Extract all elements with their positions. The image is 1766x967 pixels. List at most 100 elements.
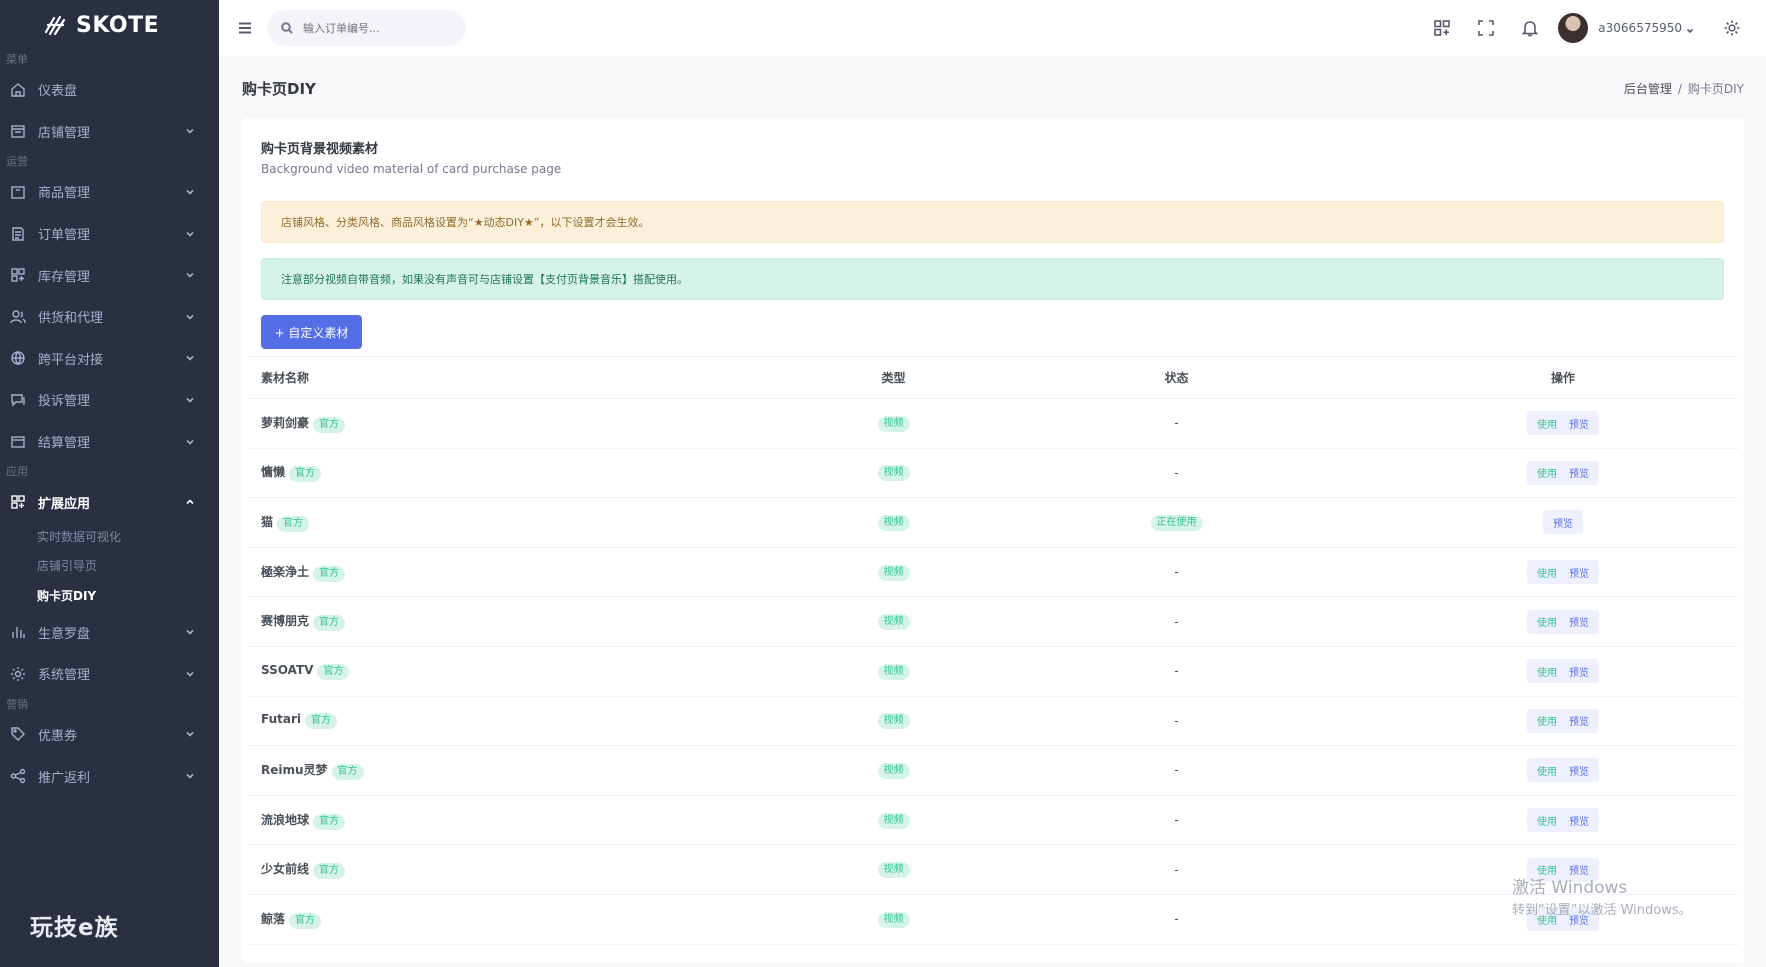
ops-cell: 预览 (1387, 497, 1739, 548)
sidebar-item-label: 库存管理 (38, 269, 91, 285)
sidebar-item-dashboard[interactable]: 仪表盘 (0, 69, 219, 111)
official-badge: 官方 (317, 663, 350, 680)
sidebar-item-label: 系统管理 (38, 668, 91, 684)
use-button[interactable]: 使用 (1531, 763, 1563, 778)
sidebar-item-system[interactable]: 系统管理 (0, 653, 219, 695)
apps-icon (9, 494, 26, 511)
status-text: - (1174, 763, 1179, 778)
table-header-row: 素材名称 类型 状态 操作 (246, 356, 1739, 399)
sidebar-item-business[interactable]: 生意罗盘 (0, 611, 219, 653)
use-button[interactable]: 使用 (1531, 713, 1563, 728)
material-name: 猫 (261, 514, 274, 529)
brand-logo[interactable]: SKOTE (0, 0, 219, 50)
column-header-ops: 操作 (1387, 356, 1739, 399)
preview-button[interactable]: 预览 (1563, 713, 1595, 728)
official-badge: 官方 (289, 912, 322, 929)
official-badge: 官方 (305, 713, 338, 730)
sidebar-item-store[interactable]: 店铺管理 (0, 111, 219, 153)
sidebar-item-extensions[interactable]: 扩展应用 (0, 481, 219, 523)
topbar-actions: a3066575950 (1420, 0, 1766, 56)
alert-warning: 店铺风格、分类风格、商品风格设置为“★动态DIY★”，以下设置才会生效。 (261, 201, 1724, 243)
search-input[interactable] (303, 21, 453, 35)
sidebar-item-crossplatform[interactable]: 跨平台对接 (0, 338, 219, 380)
windows-activation-watermark: 激活 Windows (1512, 878, 1628, 898)
column-header-name: 素材名称 (246, 356, 821, 399)
search-box[interactable] (267, 10, 466, 46)
type-cell: 视频 (821, 646, 966, 697)
hamburger-menu-icon[interactable] (235, 18, 255, 38)
material-name-cell: 慵懒 官方 (246, 448, 821, 499)
preview-button[interactable]: 预览 (1563, 565, 1595, 580)
user-menu[interactable]: a3066575950 (1558, 13, 1694, 43)
ops-group: 使用 预览 (1527, 460, 1599, 485)
use-button[interactable]: 使用 (1531, 813, 1563, 828)
status-cell: - (966, 448, 1387, 499)
use-button[interactable]: 使用 (1531, 465, 1563, 480)
gear-icon[interactable] (1710, 6, 1754, 50)
material-name: 少女前线 (261, 862, 310, 877)
breadcrumb-link[interactable]: 后台管理 (1624, 82, 1672, 96)
sidebar-item-settlement[interactable]: 结算管理 (0, 421, 219, 463)
bell-icon[interactable] (1508, 6, 1552, 50)
status-cell: - (966, 795, 1387, 846)
apps-grid-icon[interactable] (1420, 6, 1464, 50)
type-badge: 视频 (877, 614, 910, 631)
type-badge: 视频 (877, 911, 910, 928)
preview-button[interactable]: 预览 (1563, 465, 1595, 480)
user-name: a3066575950 (1598, 21, 1682, 35)
use-button[interactable]: 使用 (1531, 614, 1563, 629)
sidebar-item-referral[interactable]: 推广返利 (0, 755, 219, 797)
sidebar-item-label: 商品管理 (38, 186, 91, 202)
ops-cell: 使用 预览 (1387, 448, 1739, 499)
use-button[interactable]: 使用 (1531, 664, 1563, 679)
status-cell: - (966, 596, 1387, 647)
status-cell: - (966, 745, 1387, 796)
sidebar-item-supply[interactable]: 供货和代理 (0, 296, 219, 338)
table-row: Futari 官方 视频 - 使用 预览 (246, 696, 1739, 747)
material-name: Reimu灵梦 (261, 762, 328, 777)
type-badge: 视频 (877, 465, 910, 482)
add-custom-material-button[interactable]: + 自定义素材 (261, 315, 362, 349)
status-cell: - (966, 398, 1387, 449)
official-badge: 官方 (313, 615, 346, 632)
use-button[interactable]: 使用 (1531, 416, 1563, 431)
use-button[interactable]: 使用 (1531, 565, 1563, 580)
status-text: - (1174, 565, 1179, 580)
preview-button[interactable]: 预览 (1563, 813, 1595, 828)
sidebar-subitem-guide[interactable]: 店铺引导页 (0, 552, 219, 582)
sidebar-subitem-carddiy[interactable]: 购卡页DIY (0, 582, 219, 612)
windows-activation-hint: 转到“设置”以激活 Windows。 (1512, 903, 1692, 918)
search-icon (281, 22, 293, 34)
preview-button[interactable]: 预览 (1563, 664, 1595, 679)
preview-button[interactable]: 预览 (1547, 515, 1579, 530)
material-name-cell: 極楽浄土 官方 (246, 547, 821, 598)
status-text: - (1174, 912, 1179, 927)
fullscreen-icon[interactable] (1464, 6, 1508, 50)
status-cell: 正在使用 (966, 497, 1387, 548)
sidebar-subitem-realtime[interactable]: 实时数据可视化 (0, 523, 219, 553)
table-row: Reimu灵梦 官方 视频 - 使用 预览 (246, 745, 1739, 796)
preview-button[interactable]: 预览 (1563, 763, 1595, 778)
chevron-down-icon (185, 771, 195, 781)
type-badge: 视频 (877, 862, 910, 879)
type-cell: 视频 (821, 894, 966, 945)
sidebar-item-inventory[interactable]: 库存管理 (0, 254, 219, 296)
ops-cell: 使用 预览 (1387, 398, 1739, 449)
chevron-down-icon (185, 395, 195, 405)
sidebar-item-label: 订单管理 (38, 228, 91, 244)
status-text: - (1174, 664, 1179, 679)
box-icon (9, 183, 26, 200)
preview-button[interactable]: 预览 (1563, 416, 1595, 431)
sidebar-item-products[interactable]: 商品管理 (0, 171, 219, 213)
material-card: 购卡页背景视频素材 Background video material of c… (242, 118, 1744, 963)
status-text: - (1174, 813, 1179, 828)
sidebar-item-complaints[interactable]: 投诉管理 (0, 379, 219, 421)
ops-cell: 使用 预览 (1387, 547, 1739, 598)
preview-button[interactable]: 预览 (1563, 614, 1595, 629)
sidebar-item-orders[interactable]: 订单管理 (0, 213, 219, 255)
official-badge: 官方 (313, 565, 346, 582)
sidebar-item-label: 扩展应用 (38, 496, 91, 512)
sidebar-item-label: 投诉管理 (38, 394, 91, 410)
sidebar-item-coupons[interactable]: 优惠券 (0, 714, 219, 756)
page-title: 购卡页DIY (242, 79, 316, 98)
